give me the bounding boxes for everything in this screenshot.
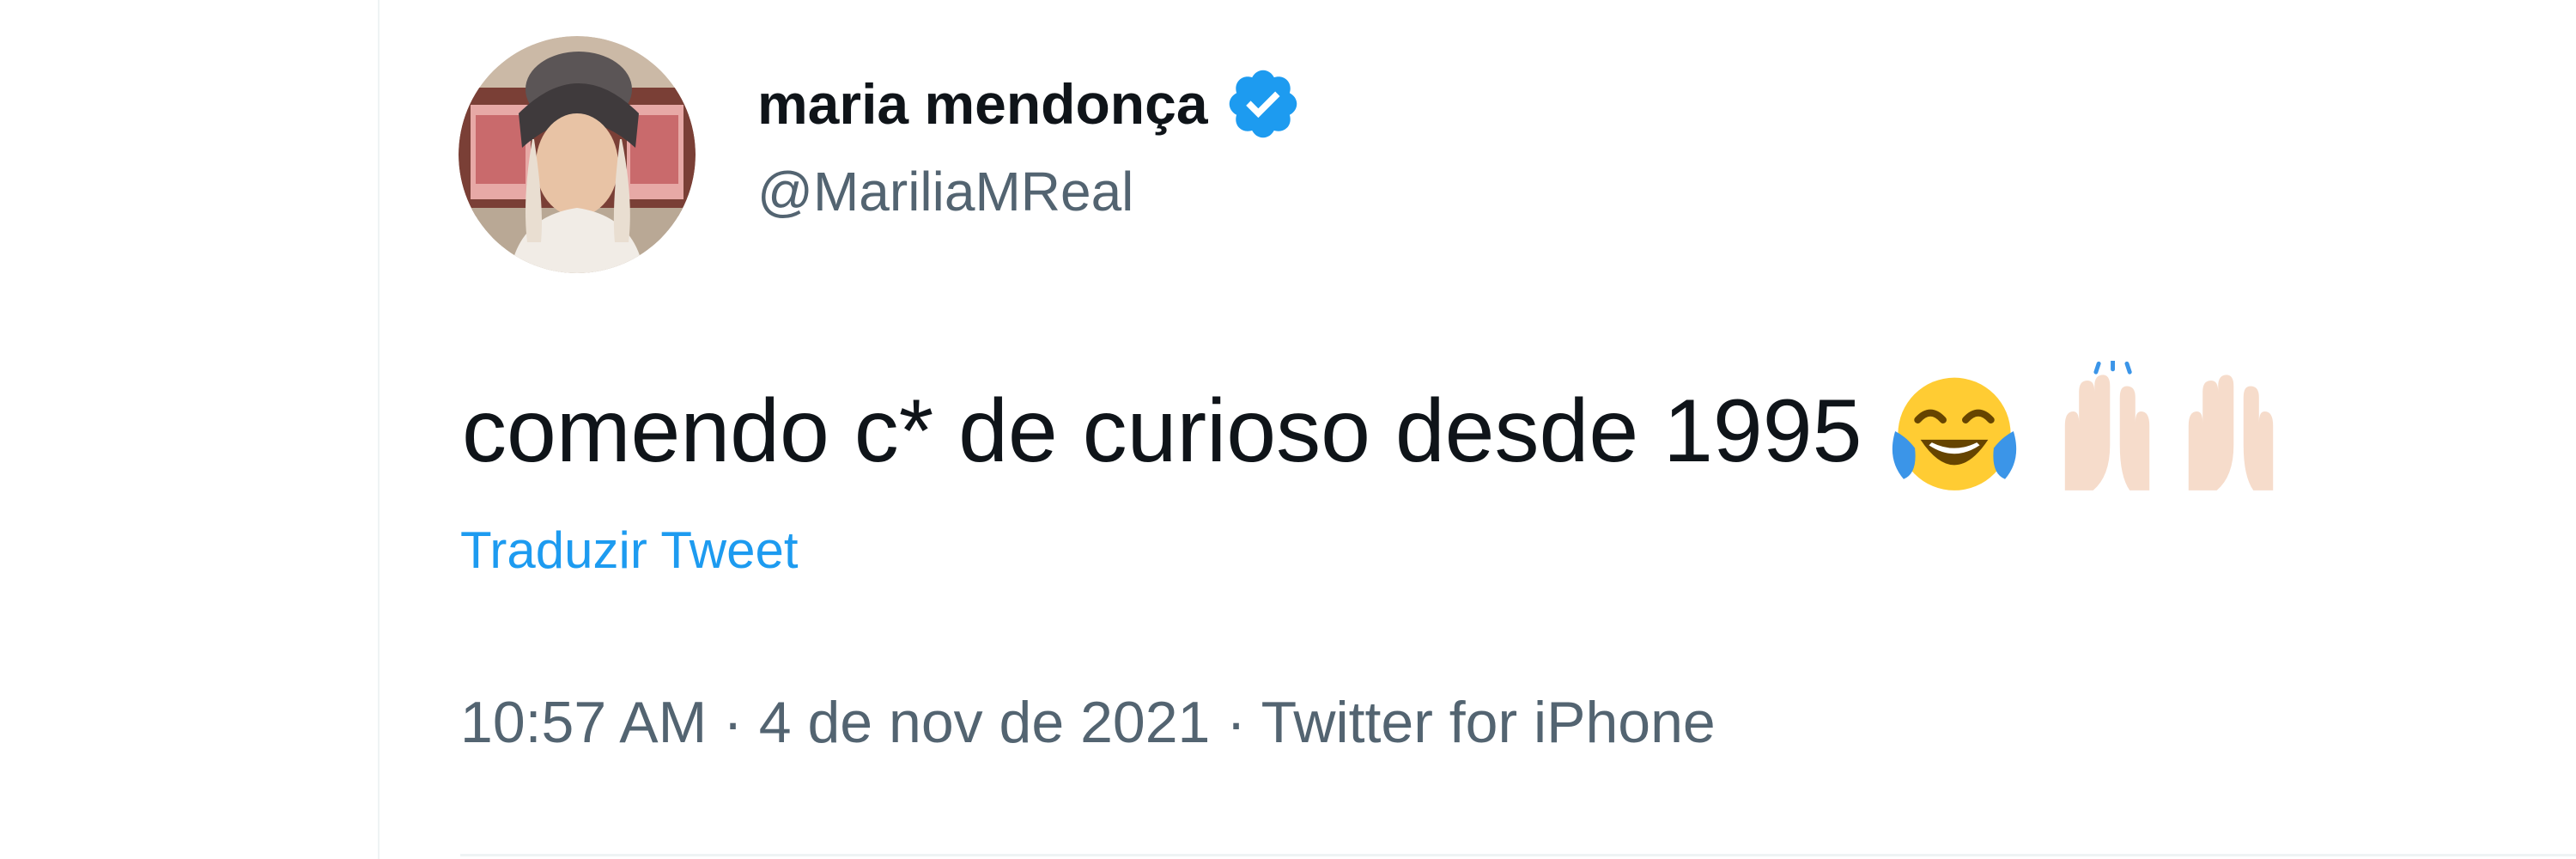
divider <box>460 854 2576 856</box>
tweet-metadata: 10:57 AM · 4 de nov de 2021 · Twitter fo… <box>460 689 1716 756</box>
verified-badge-icon <box>1224 64 1303 143</box>
tweet-date[interactable]: 4 de nov de 2021 <box>759 690 1211 755</box>
avatar-photo <box>459 36 696 273</box>
author-handle[interactable]: @MariliaMReal <box>757 160 1133 223</box>
avatar[interactable] <box>459 36 696 273</box>
tweet-text: comendo c* de curioso desde 1995 <box>462 361 2301 502</box>
tweet-page: maria mendonça @MariliaMReal comendo c* … <box>0 0 2576 859</box>
left-column <box>0 0 378 859</box>
translate-tweet-link[interactable]: Traduzir Tweet <box>460 521 799 580</box>
author-name[interactable]: maria mendonça <box>757 65 1303 143</box>
tweet-text-content: comendo c* de curioso desde 1995 <box>462 381 1862 481</box>
author-display-name[interactable]: maria mendonça <box>757 71 1208 137</box>
meta-separator: · <box>723 690 743 755</box>
tweet-detail: maria mendonça @MariliaMReal comendo c* … <box>380 0 2576 859</box>
tweet-source[interactable]: Twitter for iPhone <box>1261 690 1716 755</box>
tweet-time[interactable]: 10:57 AM <box>460 690 707 755</box>
raising-hands-icon <box>2037 361 2178 502</box>
face-with-tears-of-joy-icon <box>1884 361 2025 502</box>
raising-hands-icon <box>2160 361 2301 502</box>
meta-separator: · <box>1226 690 1246 755</box>
